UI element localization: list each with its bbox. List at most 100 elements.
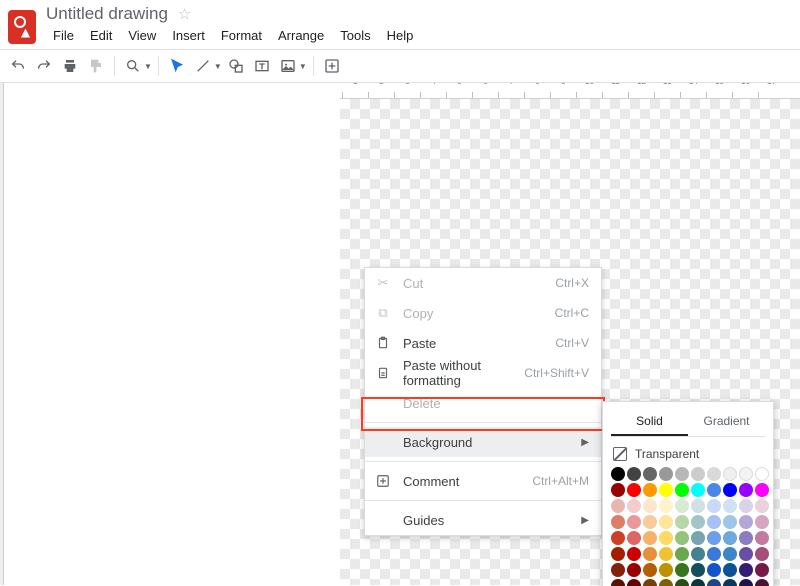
- color-swatch[interactable]: [643, 579, 657, 586]
- color-swatch[interactable]: [707, 547, 721, 561]
- shape-tool-button[interactable]: [224, 54, 248, 78]
- insert-button[interactable]: [320, 54, 344, 78]
- color-swatch[interactable]: [611, 579, 625, 586]
- tab-gradient[interactable]: Gradient: [688, 408, 765, 436]
- color-swatch[interactable]: [755, 483, 769, 497]
- menu-view[interactable]: View: [121, 26, 163, 45]
- color-swatch[interactable]: [707, 515, 721, 529]
- color-swatch[interactable]: [691, 563, 705, 577]
- color-swatch[interactable]: [707, 579, 721, 586]
- color-swatch[interactable]: [691, 483, 705, 497]
- color-swatch[interactable]: [627, 515, 641, 529]
- color-swatch[interactable]: [691, 515, 705, 529]
- color-swatch[interactable]: [755, 499, 769, 513]
- color-swatch[interactable]: [675, 579, 689, 586]
- color-swatch[interactable]: [675, 531, 689, 545]
- color-swatch[interactable]: [611, 467, 625, 481]
- redo-button[interactable]: [32, 54, 56, 78]
- color-swatch[interactable]: [739, 467, 753, 481]
- color-swatch[interactable]: [723, 483, 737, 497]
- document-title[interactable]: Untitled drawing ☆: [46, 4, 420, 24]
- color-swatch[interactable]: [675, 467, 689, 481]
- color-swatch[interactable]: [627, 499, 641, 513]
- color-swatch[interactable]: [739, 563, 753, 577]
- color-swatch[interactable]: [675, 563, 689, 577]
- color-swatch[interactable]: [739, 499, 753, 513]
- color-swatch[interactable]: [643, 483, 657, 497]
- context-background[interactable]: Background ▶: [365, 427, 601, 457]
- color-swatch[interactable]: [627, 467, 641, 481]
- color-swatch[interactable]: [707, 467, 721, 481]
- menu-help[interactable]: Help: [380, 26, 421, 45]
- color-swatch[interactable]: [627, 579, 641, 586]
- dropdown-caret-icon[interactable]: ▼: [144, 62, 152, 71]
- color-swatch[interactable]: [643, 563, 657, 577]
- color-swatch[interactable]: [691, 547, 705, 561]
- color-swatch[interactable]: [755, 515, 769, 529]
- color-swatch[interactable]: [755, 531, 769, 545]
- color-swatch[interactable]: [611, 547, 625, 561]
- color-swatch[interactable]: [707, 483, 721, 497]
- color-swatch[interactable]: [611, 531, 625, 545]
- menu-file[interactable]: File: [46, 26, 81, 45]
- color-swatch[interactable]: [659, 579, 673, 586]
- color-swatch[interactable]: [691, 467, 705, 481]
- color-swatch[interactable]: [739, 547, 753, 561]
- color-swatch[interactable]: [627, 563, 641, 577]
- color-swatch[interactable]: [691, 531, 705, 545]
- color-swatch[interactable]: [643, 499, 657, 513]
- color-swatch[interactable]: [627, 531, 641, 545]
- color-swatch[interactable]: [675, 483, 689, 497]
- color-swatch[interactable]: [739, 515, 753, 529]
- color-swatch[interactable]: [675, 515, 689, 529]
- undo-button[interactable]: [6, 54, 30, 78]
- color-swatch[interactable]: [755, 547, 769, 561]
- textbox-tool-button[interactable]: [250, 54, 274, 78]
- color-swatch[interactable]: [611, 563, 625, 577]
- color-swatch[interactable]: [723, 563, 737, 577]
- zoom-button[interactable]: [121, 54, 145, 78]
- select-tool-button[interactable]: [165, 54, 189, 78]
- context-comment[interactable]: Comment Ctrl+Alt+M: [365, 466, 601, 496]
- menu-format[interactable]: Format: [214, 26, 269, 45]
- color-swatch[interactable]: [643, 515, 657, 529]
- color-swatch[interactable]: [707, 499, 721, 513]
- color-swatch[interactable]: [723, 499, 737, 513]
- star-icon[interactable]: ☆: [178, 5, 191, 23]
- color-swatch[interactable]: [611, 483, 625, 497]
- color-swatch[interactable]: [611, 515, 625, 529]
- image-tool-button[interactable]: [276, 54, 300, 78]
- color-swatch[interactable]: [723, 547, 737, 561]
- color-swatch[interactable]: [723, 579, 737, 586]
- color-swatch[interactable]: [643, 531, 657, 545]
- color-swatch[interactable]: [707, 531, 721, 545]
- context-guides[interactable]: Guides ▶: [365, 505, 601, 535]
- color-swatch[interactable]: [691, 579, 705, 586]
- color-swatch[interactable]: [723, 515, 737, 529]
- document-title-text[interactable]: Untitled drawing: [46, 4, 168, 24]
- color-swatch[interactable]: [659, 499, 673, 513]
- color-swatch[interactable]: [755, 563, 769, 577]
- color-swatch[interactable]: [755, 579, 769, 586]
- color-swatch[interactable]: [659, 483, 673, 497]
- menu-edit[interactable]: Edit: [83, 26, 119, 45]
- paint-format-button[interactable]: [84, 54, 108, 78]
- color-swatch[interactable]: [659, 531, 673, 545]
- tab-solid[interactable]: Solid: [611, 408, 688, 436]
- color-swatch[interactable]: [643, 547, 657, 561]
- line-tool-button[interactable]: [191, 54, 215, 78]
- color-swatch[interactable]: [675, 499, 689, 513]
- color-swatch[interactable]: [707, 563, 721, 577]
- color-swatch[interactable]: [659, 547, 673, 561]
- context-paste-plain[interactable]: Paste without formatting Ctrl+Shift+V: [365, 358, 601, 388]
- transparent-option[interactable]: Transparent: [611, 443, 765, 467]
- color-swatch[interactable]: [723, 467, 737, 481]
- color-swatch[interactable]: [755, 467, 769, 481]
- dropdown-caret-icon[interactable]: ▼: [214, 62, 222, 71]
- menu-arrange[interactable]: Arrange: [271, 26, 331, 45]
- print-button[interactable]: [58, 54, 82, 78]
- color-swatch[interactable]: [739, 483, 753, 497]
- color-swatch[interactable]: [739, 531, 753, 545]
- color-swatch[interactable]: [723, 531, 737, 545]
- color-swatch[interactable]: [627, 483, 641, 497]
